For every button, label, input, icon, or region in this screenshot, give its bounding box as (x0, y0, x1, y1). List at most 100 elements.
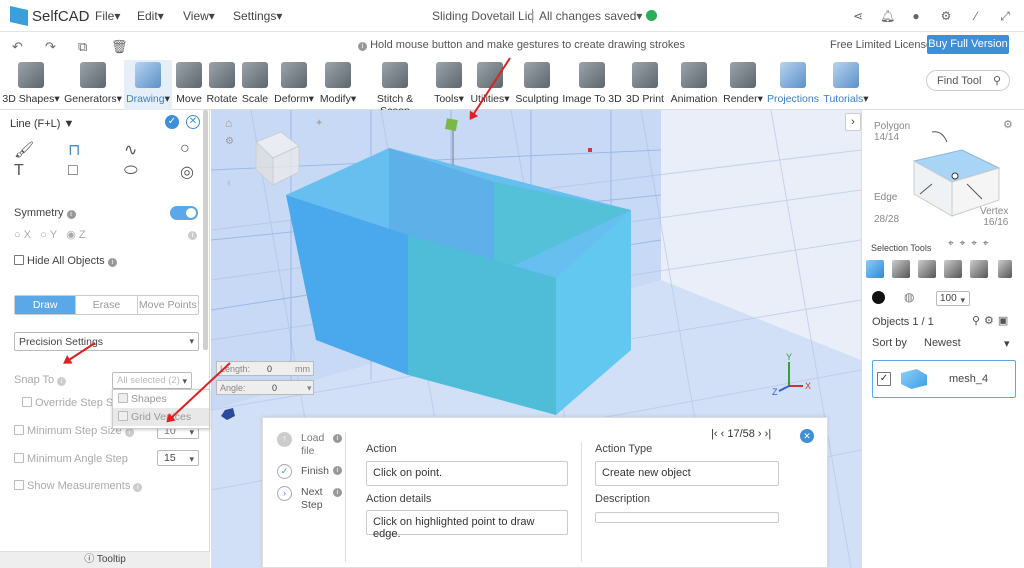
draw-mode-button[interactable]: Draw (15, 296, 77, 314)
highlighted-point[interactable] (445, 118, 458, 131)
tool-rotate[interactable]: Rotate (206, 60, 238, 110)
object-tools-icons[interactable]: ⚲⚙▣ (972, 314, 1012, 327)
axis-x-radio[interactable]: ○ X (14, 229, 31, 241)
prev-step-button[interactable]: ‹ (721, 428, 725, 440)
stitch-scoop-icon (382, 62, 408, 88)
last-step-button[interactable]: ›| (765, 428, 772, 440)
sort-select[interactable]: Newest ▾ (924, 337, 1010, 350)
tool-image-to-3d[interactable]: Image To 3D (562, 60, 622, 110)
snap-grid-vertices-option[interactable]: Grid Vertices (113, 408, 209, 426)
next-step-button[interactable]: › (758, 428, 762, 440)
axis-y-radio[interactable]: ○ Y (40, 229, 57, 241)
menu-settings[interactable]: Settings▾ (233, 9, 282, 23)
units-icon[interactable]: ⁄ (969, 9, 983, 23)
gesture-hint: i Hold mouse button and make gestures to… (358, 39, 685, 51)
tool-3d-print[interactable]: 3D Print (624, 60, 666, 110)
selfcad-logo[interactable]: SelfCAD (10, 6, 90, 26)
angle-field[interactable]: Angle: 0 ▾ (216, 380, 314, 395)
precision-settings-select[interactable]: Precision Settings (14, 332, 199, 351)
notification-bell-icon[interactable]: 🔔︎ (880, 9, 895, 23)
animation-icon (681, 62, 707, 88)
symmetry-toggle[interactable] (170, 206, 198, 220)
tool-generators[interactable]: Generators▾ (62, 60, 124, 110)
tool-sculpting[interactable]: Sculpting (514, 60, 560, 110)
panel-scrollbar[interactable] (203, 110, 208, 350)
color-swatch[interactable] (872, 291, 885, 304)
minimum-angle-step-checkbox[interactable]: Minimum Angle Step (14, 453, 128, 465)
find-tool-input[interactable]: Find Tool ⚲ (926, 70, 1010, 91)
close-tutorial-button[interactable]: ✕ (800, 429, 814, 443)
generator-icon (80, 62, 106, 88)
tool-drawing[interactable]: Drawing▾ (124, 60, 172, 110)
axis-z-radio[interactable]: ◉ Z (66, 229, 85, 241)
object-checkbox[interactable]: ✓ (877, 372, 891, 386)
tool-scale[interactable]: Scale (241, 60, 269, 110)
undo-icon[interactable]: ↶ (12, 39, 23, 55)
tool-tutorials[interactable]: Tutorials▾ (822, 60, 870, 110)
min-angle-input[interactable]: 15 (157, 450, 199, 466)
printer-icon (632, 62, 658, 88)
tool-animation[interactable]: Animation (668, 60, 720, 110)
tool-projections[interactable]: Projections (766, 60, 820, 110)
tool-deform[interactable]: Deform▾ (272, 60, 316, 110)
tool-3d-shapes[interactable]: 3D Shapes▾ (2, 60, 60, 110)
menu-view[interactable]: View▾ (183, 9, 215, 23)
snap-shapes-option[interactable]: Shapes (113, 390, 209, 408)
home-view-icon[interactable]: ⌂ (225, 116, 232, 130)
move-points-mode-button[interactable]: Move Points (138, 296, 198, 314)
tooltip-bar[interactable]: ⓘ Tooltip (0, 551, 210, 568)
snap-to-select[interactable]: All selected (2) (112, 372, 192, 389)
brush-icon[interactable]: 🖌︎ (14, 140, 34, 160)
show-measurements-checkbox[interactable]: Show Measurements i (14, 480, 143, 492)
object-item-mesh[interactable]: ✓ mesh_4 (872, 360, 1016, 398)
delete-icon[interactable]: 🗑︎ (111, 39, 128, 55)
text-icon[interactable]: T (14, 162, 24, 180)
confirm-button[interactable]: ✓ (165, 115, 179, 129)
texture-icon[interactable]: ◍ (904, 290, 914, 304)
line-icon[interactable]: ⊓ (68, 140, 80, 160)
curve-icon[interactable]: ∿ (124, 140, 137, 160)
buy-full-version-button[interactable]: Buy Full Version (927, 35, 1009, 54)
tool-stitch-scoop[interactable]: Stitch & Scoop (361, 60, 429, 117)
circle-icon[interactable]: ○ (180, 140, 190, 158)
tool-modify[interactable]: Modify▾ (318, 60, 358, 110)
description-value (595, 512, 779, 523)
selection-extra-icons[interactable]: ⌖⌖⌖⌖ (948, 238, 995, 249)
document-title[interactable]: Sliding Dovetail Lid (432, 9, 534, 23)
tool-render[interactable]: Render▾ (722, 60, 764, 110)
hide-all-objects-checkbox[interactable]: Hide All Objects i (14, 255, 117, 267)
tool-move[interactable]: Move (174, 60, 204, 110)
lightbulb-icon[interactable]: ♁ (225, 178, 233, 189)
step-counter: 17/58 (727, 428, 755, 440)
select-edge-icon[interactable] (918, 260, 936, 278)
rectangle-icon[interactable]: □ (68, 162, 78, 180)
erase-mode-button[interactable]: Erase (76, 296, 138, 314)
check-icon: ✓ (277, 464, 292, 479)
redo-icon[interactable]: ↷ (45, 39, 56, 55)
render-icon (730, 62, 756, 88)
ellipse-icon[interactable]: ⬭ (124, 162, 138, 180)
collapse-right-panel-button[interactable]: › (845, 113, 861, 131)
opacity-input[interactable]: 100 (936, 291, 970, 306)
gear-icon[interactable]: ⚙ (939, 9, 953, 23)
select-loop-icon[interactable] (970, 260, 988, 278)
select-polygon-icon[interactable] (892, 260, 910, 278)
tool-tools[interactable]: Tools▾ (432, 60, 466, 110)
user-icon[interactable]: ● (909, 9, 923, 23)
selection-tools-label: Selection Tools (871, 243, 932, 253)
select-region-icon[interactable] (998, 260, 1012, 278)
fullscreen-icon[interactable]: ⤢ (998, 9, 1012, 23)
share-icon[interactable]: ⋖ (851, 9, 865, 23)
snap-icon[interactable]: ⚙ (225, 136, 234, 147)
ring-icon[interactable]: ◎ (180, 162, 194, 182)
first-step-button[interactable]: |‹ (711, 428, 718, 440)
action-type-value: Create new object (595, 461, 779, 486)
close-panel-button[interactable]: ✕ (186, 115, 200, 129)
light-icon[interactable]: ✦ (315, 118, 323, 129)
menu-file[interactable]: File▾ (95, 9, 120, 23)
menu-edit[interactable]: Edit▾ (137, 9, 164, 23)
select-object-icon[interactable] (866, 260, 884, 278)
copy-icon[interactable]: ⧉ (78, 39, 87, 55)
select-vertex-icon[interactable] (944, 260, 962, 278)
top-bar: SelfCAD File▾ Edit▾ View▾ Settings▾ Slid… (0, 0, 1024, 32)
